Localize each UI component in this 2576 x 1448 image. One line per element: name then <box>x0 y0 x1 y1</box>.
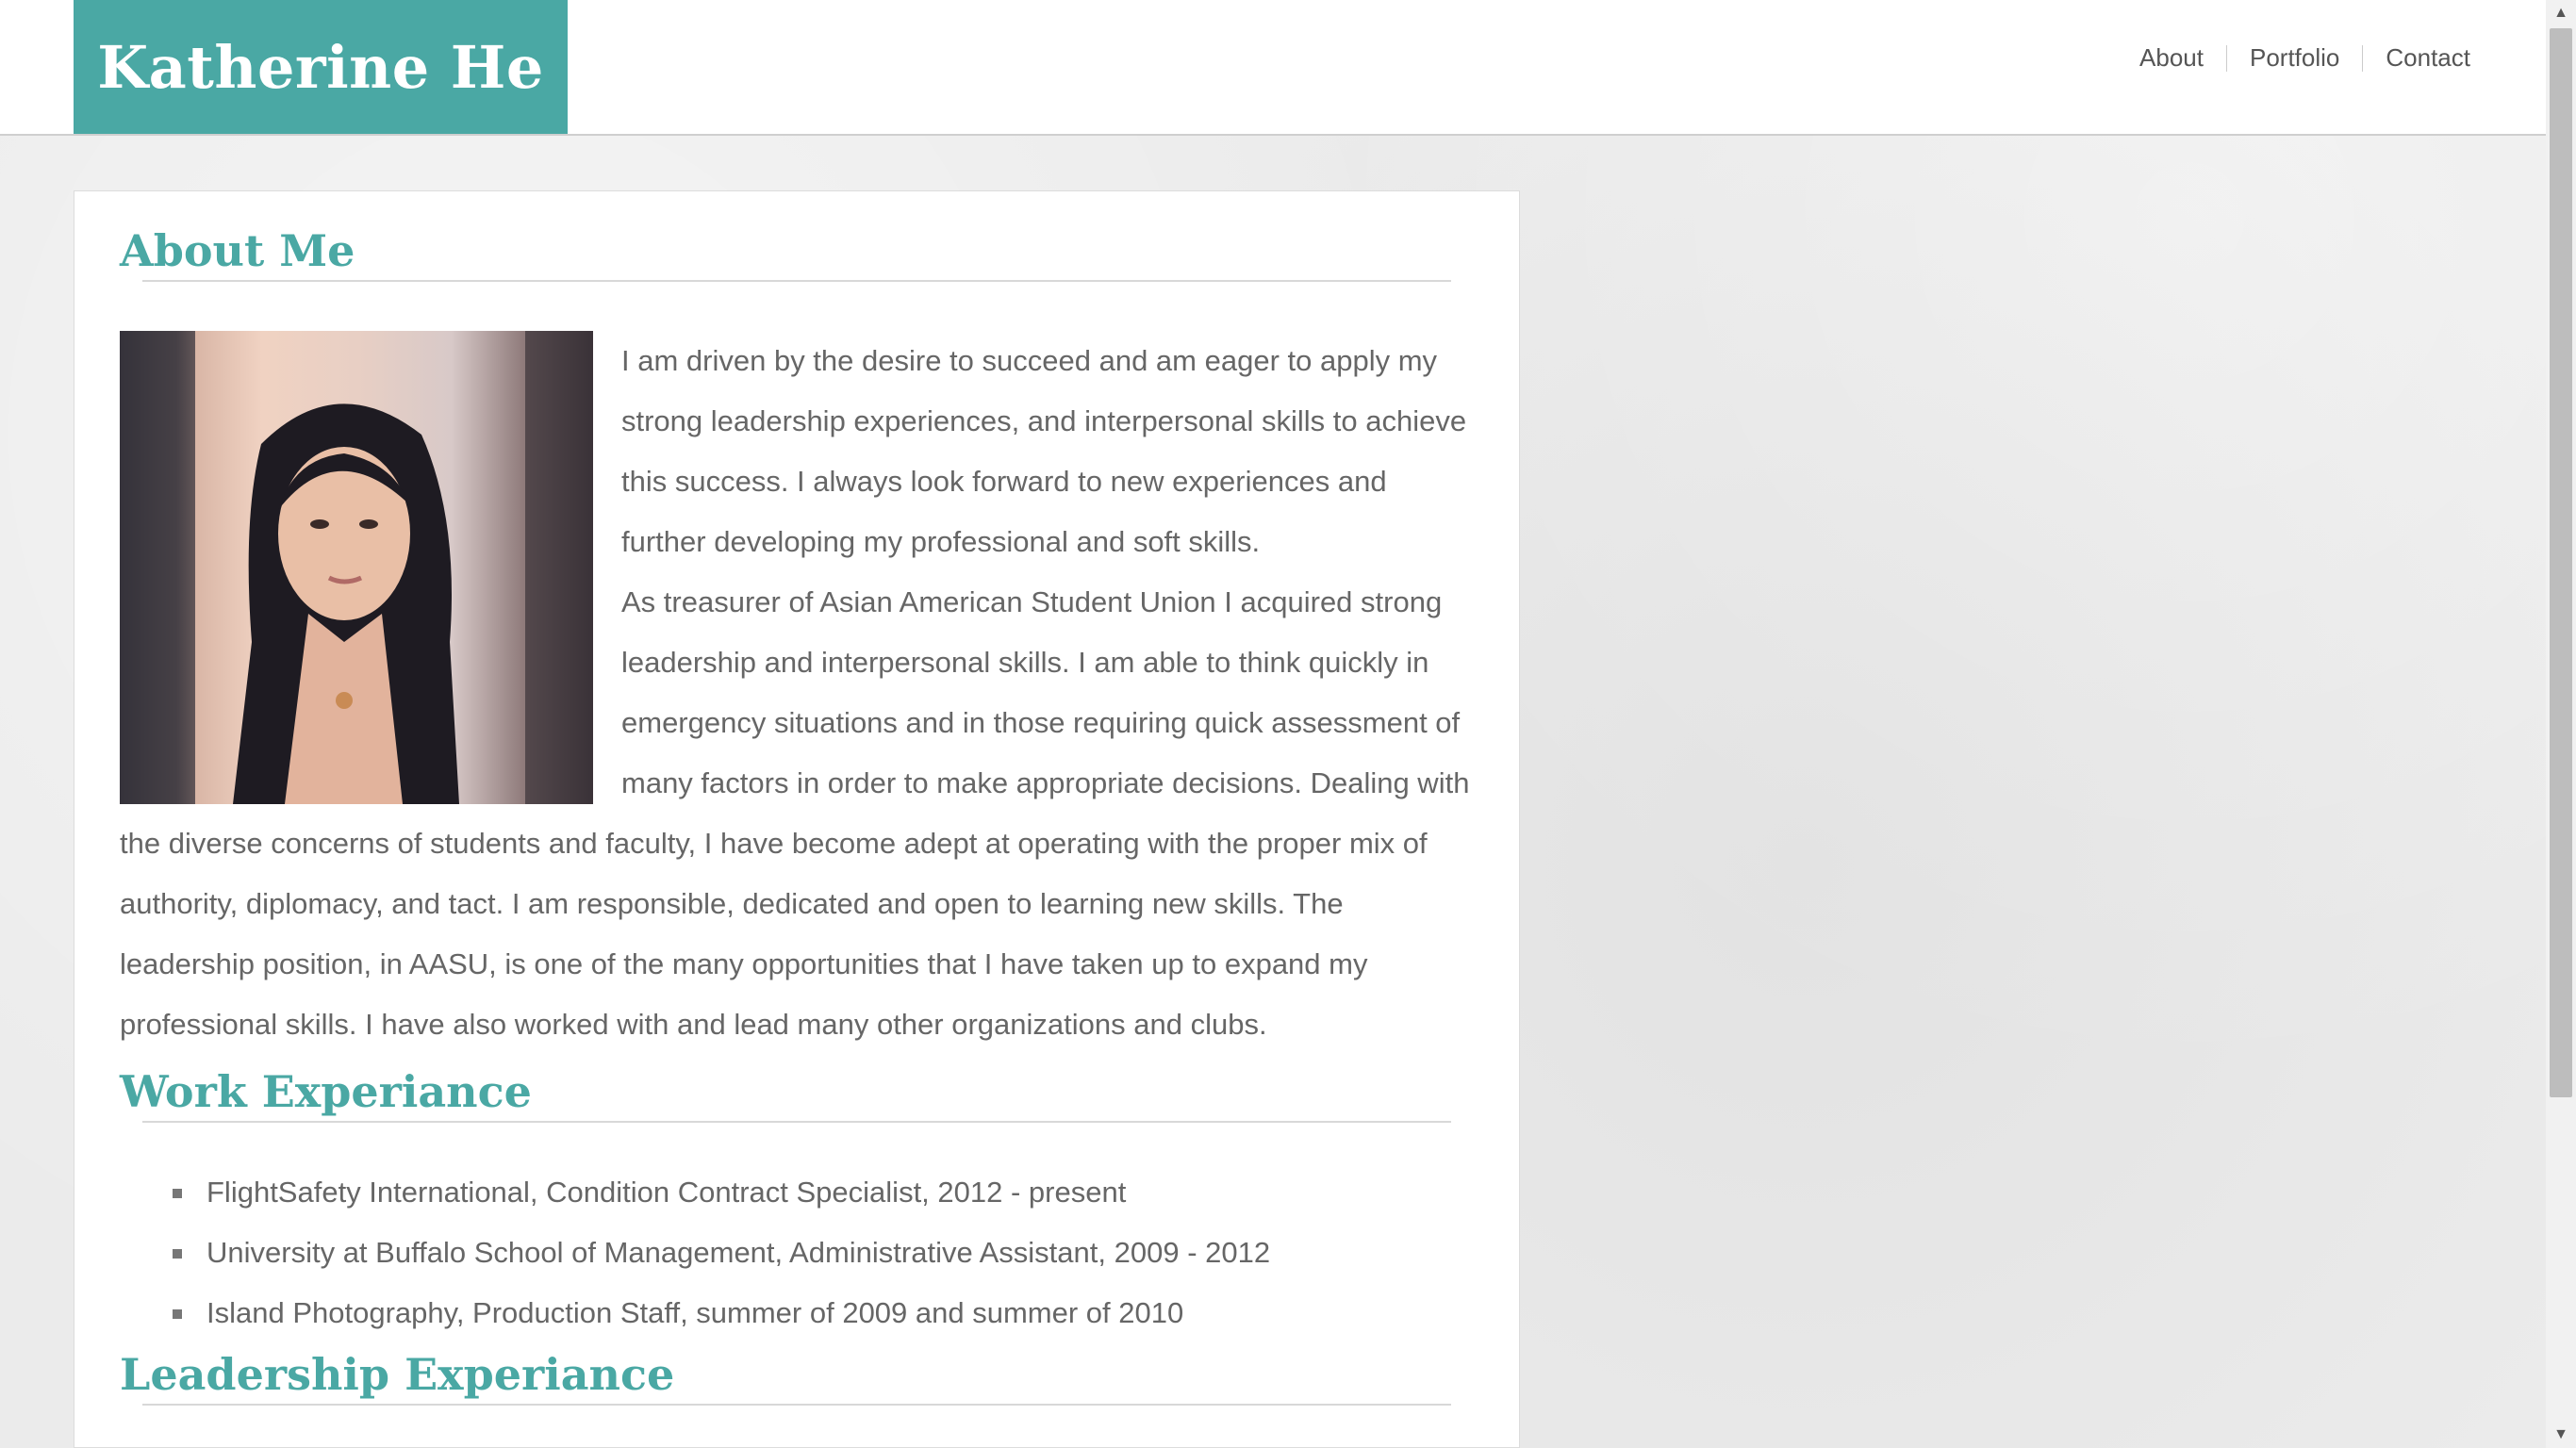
work-item-text: University at Buffalo School of Manageme… <box>206 1236 1271 1269</box>
scrollbar-thumb[interactable] <box>2550 28 2572 1097</box>
site-logo[interactable]: Katherine He <box>74 0 568 134</box>
main-nav: About Portfolio Contact <box>2139 43 2470 73</box>
section-divider <box>142 280 1451 282</box>
site-title: Katherine He <box>97 32 544 102</box>
nav-divider <box>2226 44 2227 72</box>
nav-link-about[interactable]: About <box>2139 43 2204 73</box>
site-header: Katherine He About Portfolio Contact <box>0 0 2546 136</box>
scroll-up-arrow-icon[interactable]: ▲ <box>2546 0 2576 26</box>
nav-link-portfolio[interactable]: Portfolio <box>2250 43 2339 73</box>
work-item-text: FlightSafety International, Condition Co… <box>206 1176 1127 1209</box>
vertical-scrollbar[interactable]: ▲ ▼ <box>2546 0 2576 1448</box>
list-item: University at Buffalo School of Manageme… <box>173 1223 1270 1283</box>
scroll-down-arrow-icon[interactable]: ▼ <box>2546 1422 2576 1448</box>
nav-link-contact[interactable]: Contact <box>2386 43 2470 73</box>
work-item-text: Island Photography, Production Staff, su… <box>206 1296 1184 1329</box>
leadership-heading: Leadership Experiance <box>120 1349 675 1400</box>
nav-divider <box>2362 44 2364 72</box>
section-divider <box>142 1404 1451 1406</box>
list-item: Island Photography, Production Staff, su… <box>173 1283 1270 1343</box>
content-card: About Me I am driven by the desire to su… <box>74 190 1520 1448</box>
section-divider <box>142 1121 1451 1123</box>
work-list: FlightSafety International, Condition Co… <box>173 1162 1270 1343</box>
photo-spacer <box>120 331 621 812</box>
square-bullet-icon <box>173 1309 182 1319</box>
about-paragraph-1: I am driven by the desire to succeed and… <box>621 344 1467 558</box>
about-heading: About Me <box>120 225 355 276</box>
square-bullet-icon <box>173 1189 182 1198</box>
work-heading: Work Experiance <box>120 1066 532 1117</box>
about-text: I am driven by the desire to succeed and… <box>120 331 1478 1055</box>
list-item: FlightSafety International, Condition Co… <box>173 1162 1270 1223</box>
square-bullet-icon <box>173 1249 182 1259</box>
